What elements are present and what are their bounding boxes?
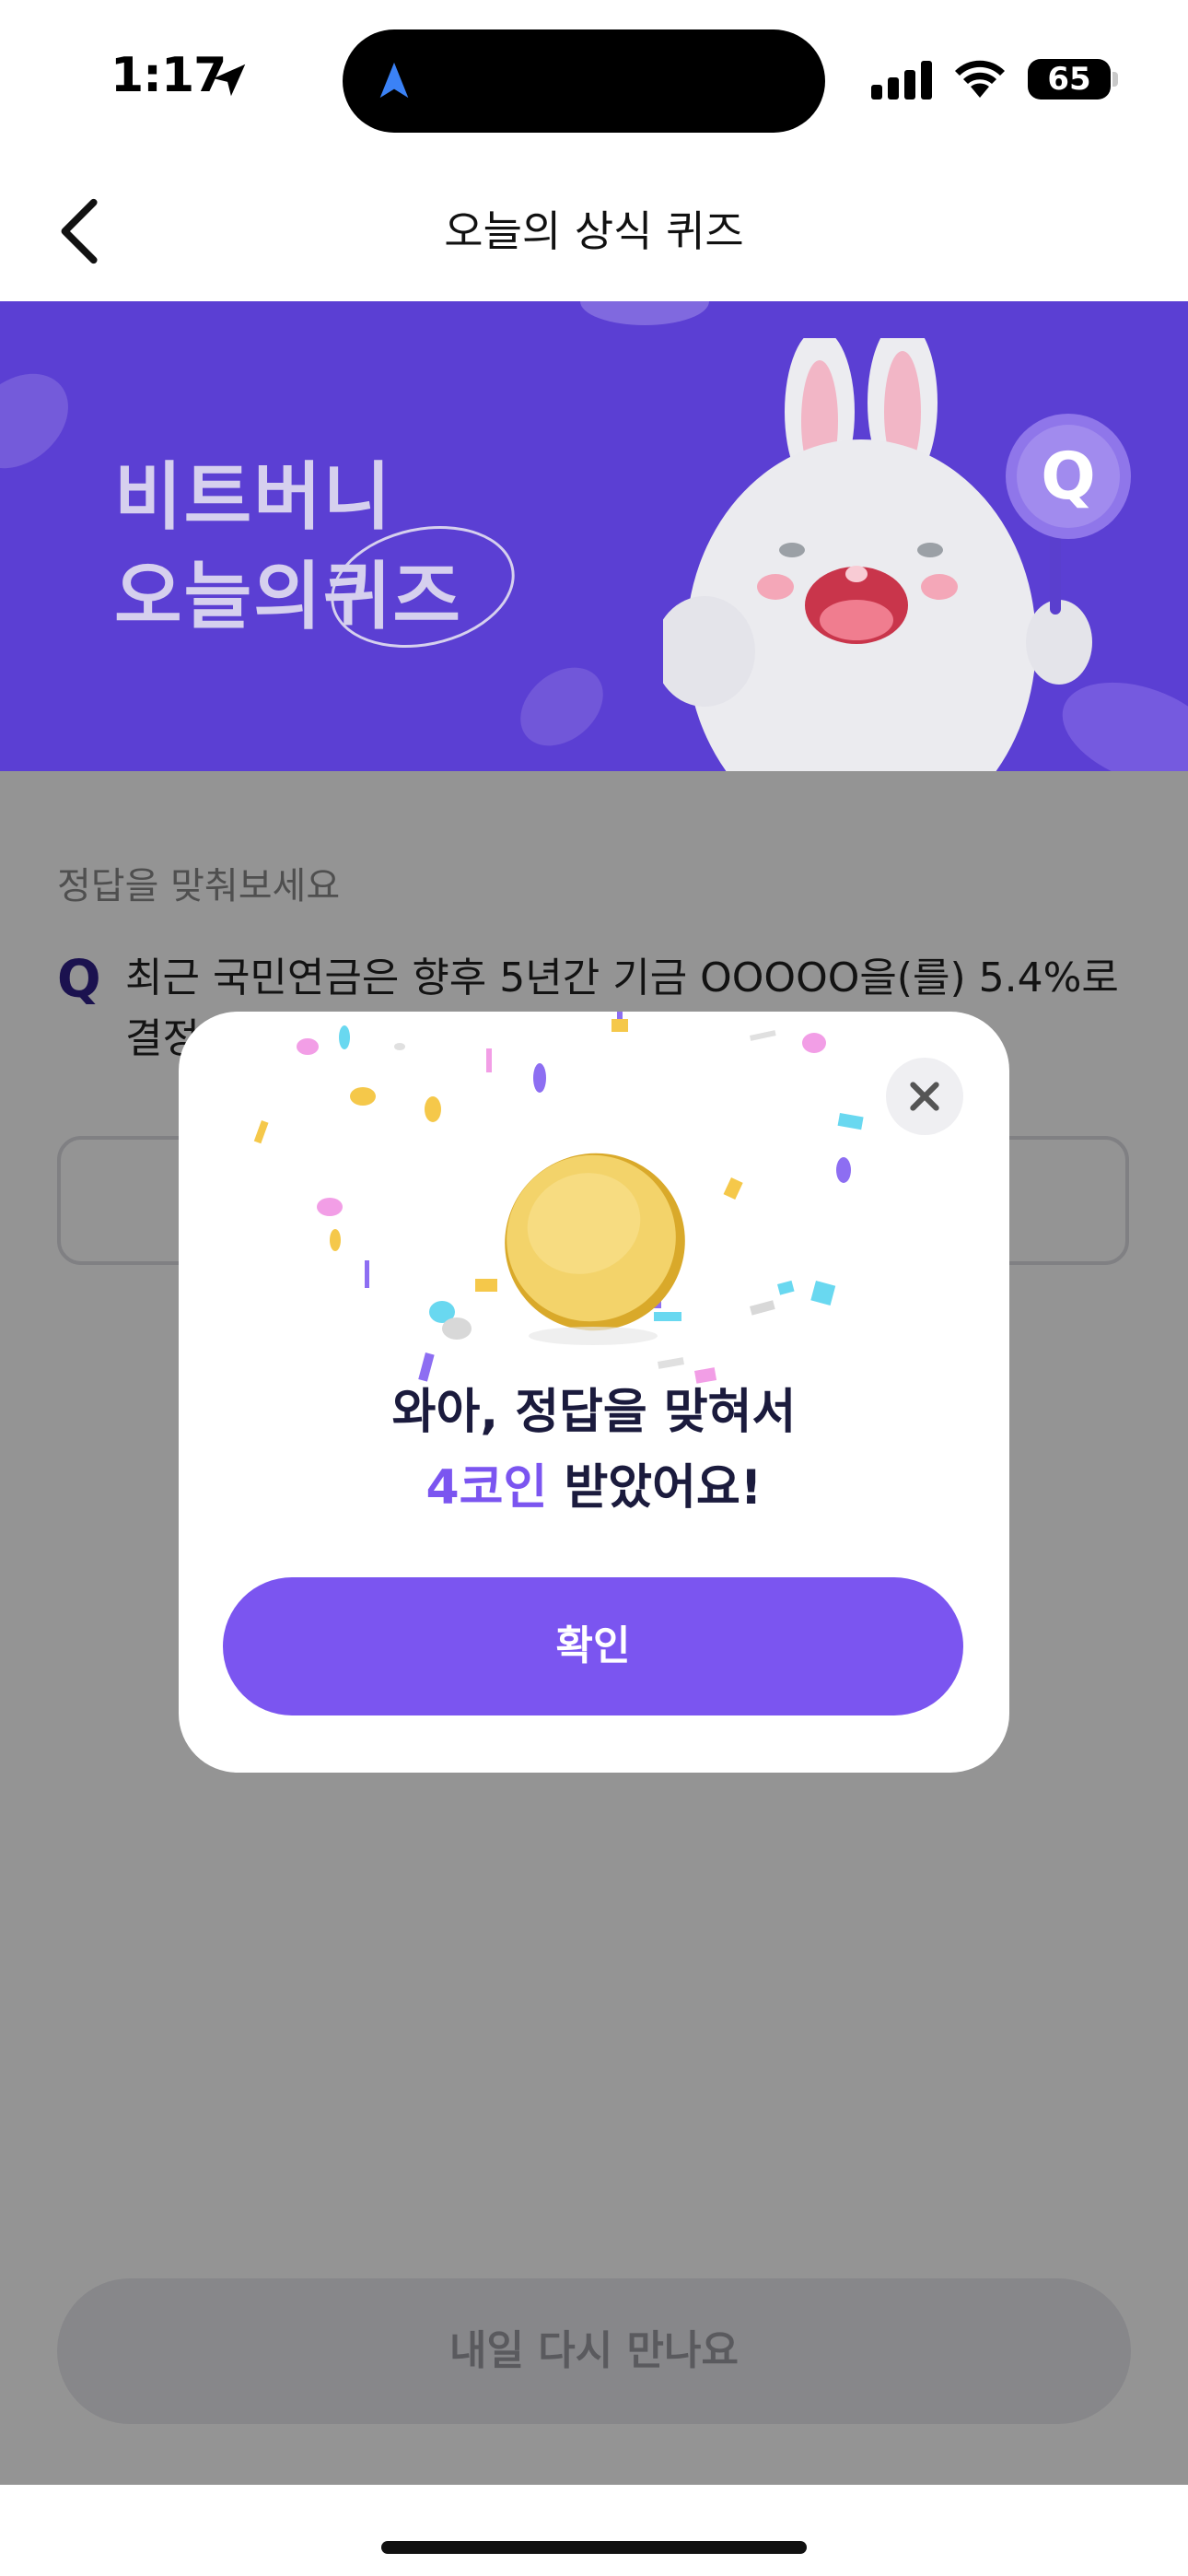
quiz-banner: 비트버니 오늘의퀴즈 Q [0,301,1188,771]
wifi-icon [955,60,1005,98]
page-title: 오늘의 상식 퀴즈 [444,206,744,256]
navigation-icon [379,62,409,99]
confirm-button[interactable]: 확인 [223,1577,963,1715]
home-area [0,2485,1188,2576]
reward-modal: 와아, 정답을 맞혀서 4코인 받았어요! 확인 [179,1012,1009,1773]
close-button[interactable] [886,1058,963,1135]
home-indicator[interactable] [381,2541,807,2554]
location-arrow-icon [213,64,246,97]
banner-line2-prefix: 오늘의 [114,554,323,639]
battery-tip [1112,72,1118,87]
modal-message-suffix: 받았어요! [547,1460,763,1516]
modal-message-line2: 4코인 받았어요! [179,1448,1009,1517]
battery-level: 65 [1047,61,1091,98]
back-button[interactable] [53,195,109,267]
bunny-mascot-illustration: Q [663,338,1131,771]
close-icon [910,1082,939,1111]
reward-amount: 4코인 [425,1460,548,1516]
q-badge-letter: Q [1041,439,1096,514]
banner-title-line1: 비트버니 [114,454,393,540]
cellular-signal-icon [871,61,932,100]
modal-message-line1: 와아, 정답을 맞혀서 [391,1385,797,1440]
